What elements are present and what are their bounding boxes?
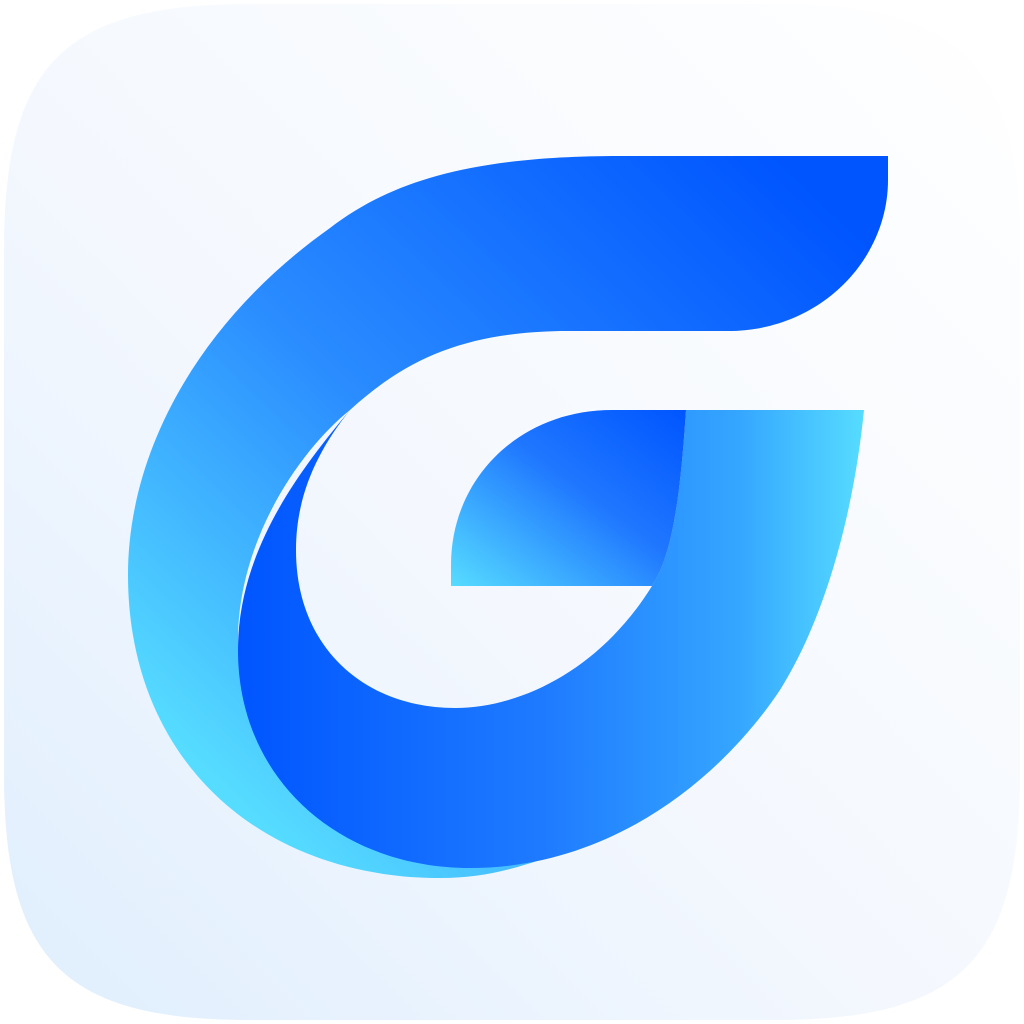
g-logo-icon bbox=[4, 4, 1020, 1020]
app-icon bbox=[0, 0, 1024, 1024]
